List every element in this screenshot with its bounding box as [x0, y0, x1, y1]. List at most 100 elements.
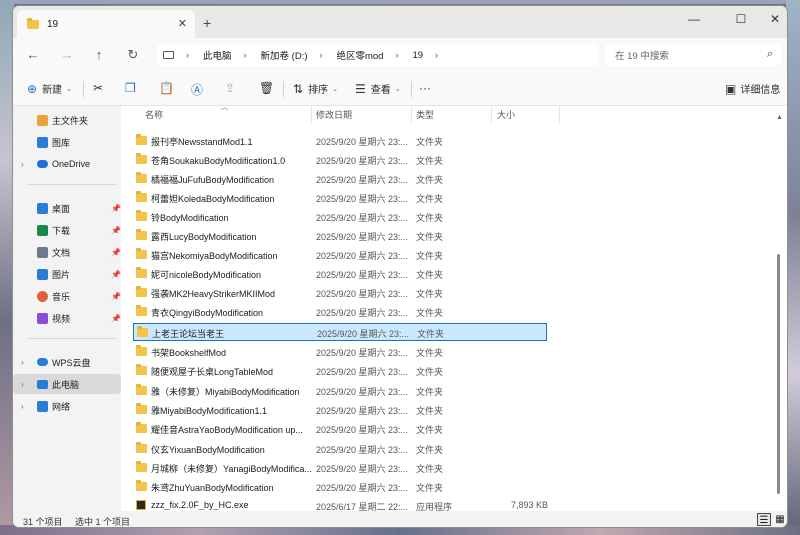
- list-item[interactable]: 铃BodyModification 2025/9/20 星期六 23:... 文件夹: [133, 208, 547, 226]
- sidebar-item-gallery[interactable]: 图库: [13, 132, 121, 152]
- sidebar-item-pictures[interactable]: 图片 📌: [13, 264, 121, 284]
- list-item[interactable]: 柯蕾妲KoledaBodyModification 2025/9/20 星期六 2…: [133, 189, 547, 207]
- forward-button[interactable]: →: [59, 47, 75, 62]
- list-item[interactable]: 猫宫NekomiyaBodyModification 2025/9/20 星期六 …: [133, 246, 547, 264]
- sidebar-item-this-pc[interactable]: › 此电脑: [13, 374, 121, 394]
- folder-icon: [136, 210, 147, 221]
- breadcrumb-this-pc[interactable]: 此电脑: [203, 48, 232, 62]
- pin-icon[interactable]: 📌: [111, 248, 121, 257]
- tiles-view-icon[interactable]: ▦: [773, 513, 787, 526]
- sidebar-item-documents[interactable]: 文档 📌: [13, 242, 121, 262]
- column-divider[interactable]: [411, 106, 412, 124]
- delete-button[interactable]: 🗑: [259, 81, 274, 95]
- list-item[interactable]: 苍角SoukakuBodyModification1.0 2025/9/20 星期…: [133, 151, 547, 169]
- minimize-button[interactable]: —: [684, 12, 704, 26]
- more-options-button[interactable]: ···: [419, 81, 431, 95]
- list-item-selected[interactable]: 上老王论坛当老王 2025/9/20 星期六 23:... 文件夹: [133, 323, 547, 341]
- sidebar-item-label: 图库: [52, 137, 71, 148]
- view-button[interactable]: ☰ 查看 ⌄: [355, 81, 401, 97]
- tab-close-icon[interactable]: ✕: [178, 17, 187, 30]
- list-item[interactable]: 朱鸢ZhuYuanBodyModification 2025/9/20 星期六 2…: [133, 478, 547, 496]
- details-pane-button[interactable]: ▣ 详细信息: [725, 81, 780, 97]
- list-item[interactable]: 耀佳音AstraYaoBodyModification up... 2025/9/…: [133, 420, 547, 438]
- tab-19[interactable]: 19 ✕: [17, 10, 195, 38]
- file-date: 2025/9/20 星期六 23:...: [316, 175, 409, 185]
- file-name: 书架BookshelfMod: [151, 348, 227, 358]
- column-divider[interactable]: [559, 106, 560, 124]
- share-button[interactable]: ⇪: [225, 81, 235, 95]
- pin-icon[interactable]: 📌: [111, 292, 121, 301]
- column-divider[interactable]: [311, 106, 312, 124]
- column-size-header[interactable]: 大小: [497, 108, 515, 121]
- list-item[interactable]: 橘福福JuFufuBodyModification 2025/9/20 星期六 2…: [133, 170, 547, 188]
- sidebar-item-home[interactable]: 主文件夹: [13, 110, 121, 130]
- list-item[interactable]: 随便观屋子长桌LongTableMod 2025/9/20 星期六 23:... 文…: [133, 362, 547, 380]
- copy-icon: ❐: [125, 81, 136, 95]
- column-date-header[interactable]: 修改日期: [316, 108, 352, 121]
- list-item[interactable]: 雅MiyabiBodyModification1.1 2025/9/20 星期六 …: [133, 401, 547, 419]
- sort-button[interactable]: ⇅ 排序 ⌄: [293, 81, 338, 97]
- list-item[interactable]: 报刊亭NewsstandMod1.1 2025/9/20 星期六 23:... 文件…: [133, 132, 547, 150]
- list-item[interactable]: 妮可nicoleBodyModification 2025/9/20 星期六 23…: [133, 265, 547, 283]
- sidebar-item-music[interactable]: 音乐 📌: [13, 286, 121, 306]
- sidebar-item-onedrive[interactable]: › OneDrive: [13, 154, 121, 174]
- pin-icon[interactable]: 📌: [111, 204, 121, 213]
- chevron-right-icon[interactable]: ›: [21, 160, 24, 169]
- vertical-scrollbar-thumb[interactable]: [777, 254, 780, 494]
- cloud-icon: [37, 160, 48, 168]
- new-tab-button[interactable]: +: [203, 15, 211, 31]
- sidebar-item-desktop[interactable]: 桌面 📌: [13, 198, 121, 218]
- list-item[interactable]: 仪玄YixuanBodyModification 2025/9/20 星期六 23…: [133, 440, 547, 458]
- column-name-header[interactable]: 名称: [145, 108, 163, 121]
- sidebar-item-downloads[interactable]: 下载 📌: [13, 220, 121, 240]
- breadcrumb-drive-d[interactable]: 新加卷 (D:): [261, 48, 308, 62]
- pin-icon[interactable]: 📌: [111, 314, 121, 323]
- address-bar[interactable]: › 此电脑 › 新加卷 (D:) › 绝区零mod › 19 ›: [157, 44, 599, 66]
- pin-icon[interactable]: 📌: [111, 270, 121, 279]
- pin-icon[interactable]: 📌: [111, 226, 121, 235]
- gallery-icon: [37, 136, 48, 148]
- list-item[interactable]: 强袭MK2HeavyStrikerMKIIMod 2025/9/20 星期六 23…: [133, 284, 547, 302]
- file-size: 7,893 KB: [510, 500, 548, 510]
- file-date: 2025/9/20 星期六 23:...: [316, 445, 409, 455]
- list-item[interactable]: 青衣QingyiBodyModification 2025/9/20 星期六 23…: [133, 303, 547, 321]
- file-type: 文件夹: [416, 194, 444, 204]
- sidebar-item-label: 文档: [52, 247, 71, 258]
- search-input[interactable]: 在 19 中搜索 ⌕: [605, 44, 781, 66]
- cut-button[interactable]: ✂: [93, 81, 103, 95]
- copy-button[interactable]: ❐: [125, 81, 136, 95]
- back-button[interactable]: ←: [25, 47, 41, 62]
- sort-icon: ⇅: [293, 81, 304, 96]
- file-type: 文件夹: [416, 137, 444, 147]
- sidebar-item-wps-cloud[interactable]: › WPS云盘: [13, 352, 121, 372]
- chevron-right-icon[interactable]: ›: [21, 358, 24, 367]
- list-item[interactable]: 雅（未修复）MiyabiBodyModification 2025/9/20 星期…: [133, 382, 547, 400]
- scroll-up-arrow-icon[interactable]: ▲: [776, 114, 783, 121]
- sidebar-item-label: 图片: [52, 269, 71, 280]
- sidebar-item-network[interactable]: › 网络: [13, 396, 121, 416]
- column-type-header[interactable]: 类型: [416, 108, 434, 121]
- new-button[interactable]: ⊕ 新建 ⌄: [27, 81, 72, 97]
- rename-button[interactable]: Ⓐ: [191, 81, 203, 98]
- breadcrumb-19[interactable]: 19: [412, 50, 423, 61]
- folder-icon: [136, 364, 147, 375]
- breadcrumb-zzz-mod[interactable]: 绝区零mod: [336, 48, 383, 62]
- details-view-icon[interactable]: ☰: [757, 513, 771, 526]
- list-item[interactable]: 月城柳（未修复）YanagiBodyModifica... 2025/9/20 星…: [133, 459, 547, 477]
- folder-icon: [137, 326, 148, 337]
- chevron-right-icon[interactable]: ›: [21, 380, 24, 389]
- close-button[interactable]: ✕: [765, 12, 785, 26]
- list-item[interactable]: 书架BookshelfMod 2025/9/20 星期六 23:... 文件夹: [133, 343, 547, 361]
- chevron-right-icon: ›: [319, 50, 323, 60]
- file-name: 青衣QingyiBodyModification: [151, 308, 264, 318]
- up-button[interactable]: ↑: [91, 47, 107, 62]
- chevron-right-icon[interactable]: ›: [21, 402, 24, 411]
- column-divider[interactable]: [491, 106, 492, 124]
- sidebar-item-label: 下载: [52, 225, 71, 236]
- file-name: 雅（未修复）MiyabiBodyModification: [151, 387, 300, 397]
- refresh-button[interactable]: ↻: [125, 47, 141, 63]
- maximize-button[interactable]: ☐: [731, 12, 751, 26]
- sidebar-item-videos[interactable]: 视频 📌: [13, 308, 121, 328]
- list-item[interactable]: 露西LucyBodyModification 2025/9/20 星期六 23:.…: [133, 227, 547, 245]
- paste-button[interactable]: 📋: [159, 81, 174, 95]
